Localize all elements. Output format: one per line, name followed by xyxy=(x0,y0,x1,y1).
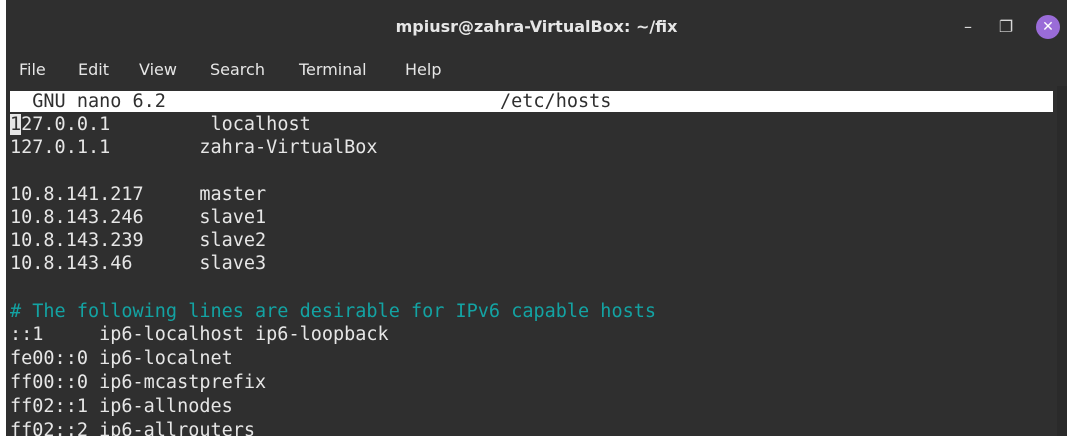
menu-terminal[interactable]: Terminal xyxy=(299,58,367,82)
menu-help[interactable]: Help xyxy=(405,58,441,82)
menu-bar: File Edit View Search Terminal Help xyxy=(6,54,1067,86)
menu-view[interactable]: View xyxy=(139,58,177,82)
hosts-line: fe00::0 ip6-localnet xyxy=(10,348,233,369)
line-text: 27.0.0.1 localhost xyxy=(21,114,311,135)
minimize-button[interactable]: – xyxy=(956,15,980,39)
title-bar[interactable]: mpiusr@zahra-VirtualBox: ~/fix – ❐ ✕ xyxy=(6,0,1067,54)
close-button[interactable]: ✕ xyxy=(1036,15,1060,39)
comment-line: # The following lines are desirable for … xyxy=(10,301,657,322)
maximize-button[interactable]: ❐ xyxy=(994,15,1018,39)
nano-filename: /etc/hosts xyxy=(500,91,612,112)
menu-file[interactable]: File xyxy=(19,58,46,82)
hosts-line: ff02::1 ip6-allnodes xyxy=(10,396,233,417)
hosts-line: ::1 ip6-localhost ip6-loopback xyxy=(10,324,389,345)
scrollbar[interactable] xyxy=(1057,86,1067,436)
window-title: mpiusr@zahra-VirtualBox: ~/fix xyxy=(395,17,678,36)
hosts-line: ff00::0 ip6-mcastprefix xyxy=(10,372,267,393)
hosts-line: 10.8.143.46 slave3 xyxy=(10,253,267,274)
menu-search[interactable]: Search xyxy=(210,58,265,82)
hosts-line: 10.8.143.239 slave2 xyxy=(10,230,267,251)
hosts-line: 127.0.0.1 localhost xyxy=(10,113,311,136)
text-cursor: 1 xyxy=(10,114,22,135)
terminal-area[interactable]: GNU nano 6.2/etc/hosts 127.0.0.1 localho… xyxy=(6,86,1057,436)
menu-edit[interactable]: Edit xyxy=(78,58,109,82)
hosts-line: 10.8.143.246 slave1 xyxy=(10,207,267,228)
hosts-line: 127.0.1.1 zahra-VirtualBox xyxy=(10,137,378,158)
hosts-line: ff02::2 ip6-allrouters xyxy=(10,420,256,436)
nano-header: GNU nano 6.2/etc/hosts xyxy=(10,91,1053,112)
hosts-line: 10.8.141.217 master xyxy=(10,184,267,205)
terminal-window: mpiusr@zahra-VirtualBox: ~/fix – ❐ ✕ Fil… xyxy=(6,0,1067,436)
nano-version: GNU nano 6.2 xyxy=(10,91,166,112)
